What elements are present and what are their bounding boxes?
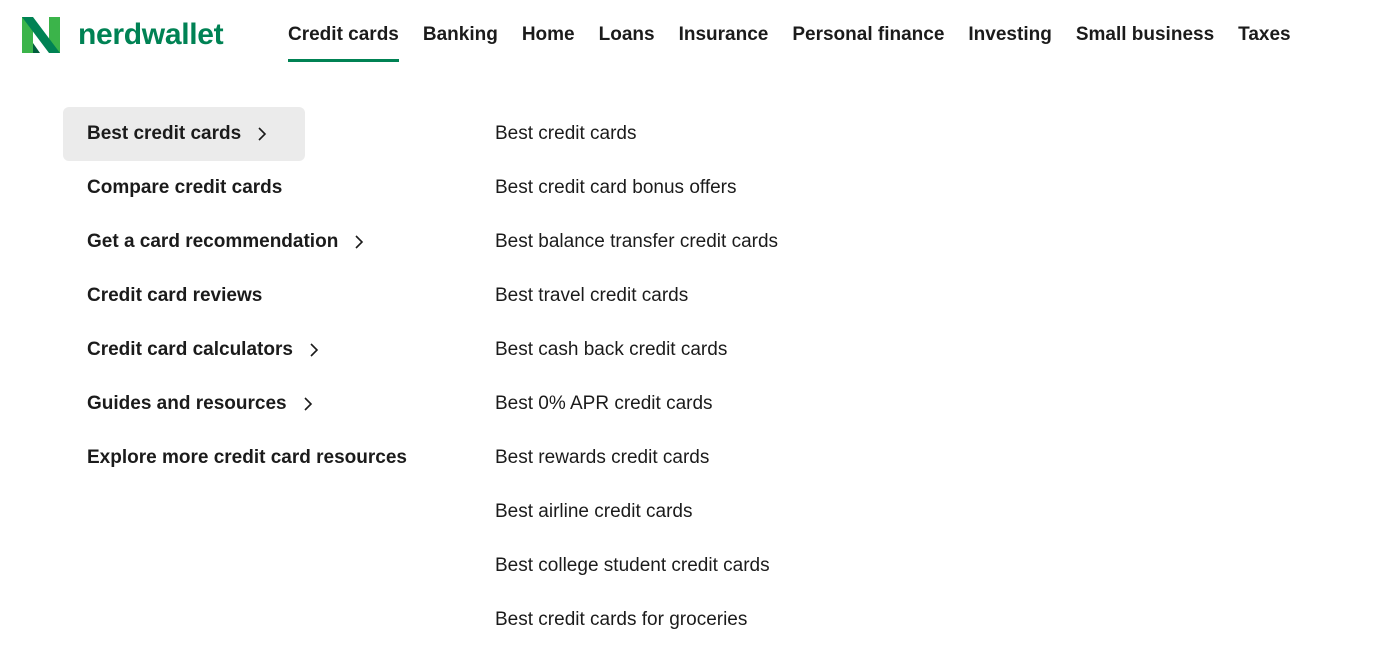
nav-item-insurance[interactable]: Insurance — [679, 0, 769, 62]
nav-item-taxes[interactable]: Taxes — [1238, 0, 1290, 62]
menu-item-label: Credit card reviews — [87, 285, 263, 306]
chevron-right-icon — [310, 343, 319, 357]
nav-item-home[interactable]: Home — [522, 0, 575, 62]
chevron-right-icon — [304, 397, 312, 411]
chevron-right-icon — [355, 235, 364, 249]
nav-item-personal-finance[interactable]: Personal finance — [792, 0, 944, 62]
menu-item-explore-more-credit-card-resources[interactable]: Explore more credit card resources — [63, 431, 463, 485]
credit-cards-submenu: Best credit cards Compare credit cards G… — [63, 107, 463, 485]
link-best-credit-cards[interactable]: Best credit cards — [495, 107, 778, 161]
link-best-cash-back-credit-cards[interactable]: Best cash back credit cards — [495, 323, 778, 377]
menu-item-guides-and-resources[interactable]: Guides and resources — [63, 377, 463, 431]
menu-item-credit-card-calculators[interactable]: Credit card calculators — [63, 323, 463, 377]
link-best-travel-credit-cards[interactable]: Best travel credit cards — [495, 269, 778, 323]
site-header: nerdwallet Credit cards Banking Home Loa… — [0, 0, 1388, 70]
link-best-airline-credit-cards[interactable]: Best airline credit cards — [495, 485, 778, 539]
link-best-credit-card-bonus-offers[interactable]: Best credit card bonus offers — [495, 161, 778, 215]
nav-item-loans[interactable]: Loans — [599, 0, 655, 62]
menu-item-label: Guides and resources — [87, 393, 287, 414]
link-best-0-apr-credit-cards[interactable]: Best 0% APR credit cards — [495, 377, 778, 431]
link-best-college-student-credit-cards[interactable]: Best college student credit cards — [495, 539, 778, 593]
brand-name: nerdwallet — [78, 18, 224, 51]
nav-item-investing[interactable]: Investing — [968, 0, 1051, 62]
menu-item-label: Credit card calculators — [87, 339, 293, 360]
nerdwallet-n-logo-icon — [22, 17, 60, 53]
main-nav: Credit cards Banking Home Loans Insuranc… — [288, 0, 1315, 62]
menu-item-credit-card-reviews[interactable]: Credit card reviews — [63, 269, 463, 323]
nav-item-credit-cards[interactable]: Credit cards — [288, 0, 399, 62]
chevron-right-icon — [258, 127, 267, 141]
best-credit-cards-links: Best credit cards Best credit card bonus… — [495, 107, 778, 647]
nerdwallet-logo[interactable]: nerdwallet — [22, 16, 224, 54]
menu-item-best-credit-cards[interactable]: Best credit cards — [63, 107, 305, 161]
nav-item-banking[interactable]: Banking — [423, 0, 498, 62]
menu-item-compare-credit-cards[interactable]: Compare credit cards — [63, 161, 463, 215]
menu-item-label: Get a card recommendation — [87, 231, 339, 252]
link-best-credit-cards-for-groceries[interactable]: Best credit cards for groceries — [495, 593, 778, 647]
link-best-balance-transfer-credit-cards[interactable]: Best balance transfer credit cards — [495, 215, 778, 269]
link-best-rewards-credit-cards[interactable]: Best rewards credit cards — [495, 431, 778, 485]
menu-item-label: Compare credit cards — [87, 177, 283, 198]
menu-item-label: Explore more credit card resources — [87, 447, 407, 468]
menu-item-label: Best credit cards — [87, 123, 242, 144]
nav-item-small-business[interactable]: Small business — [1076, 0, 1214, 62]
menu-item-get-a-card-recommendation[interactable]: Get a card recommendation — [63, 215, 463, 269]
